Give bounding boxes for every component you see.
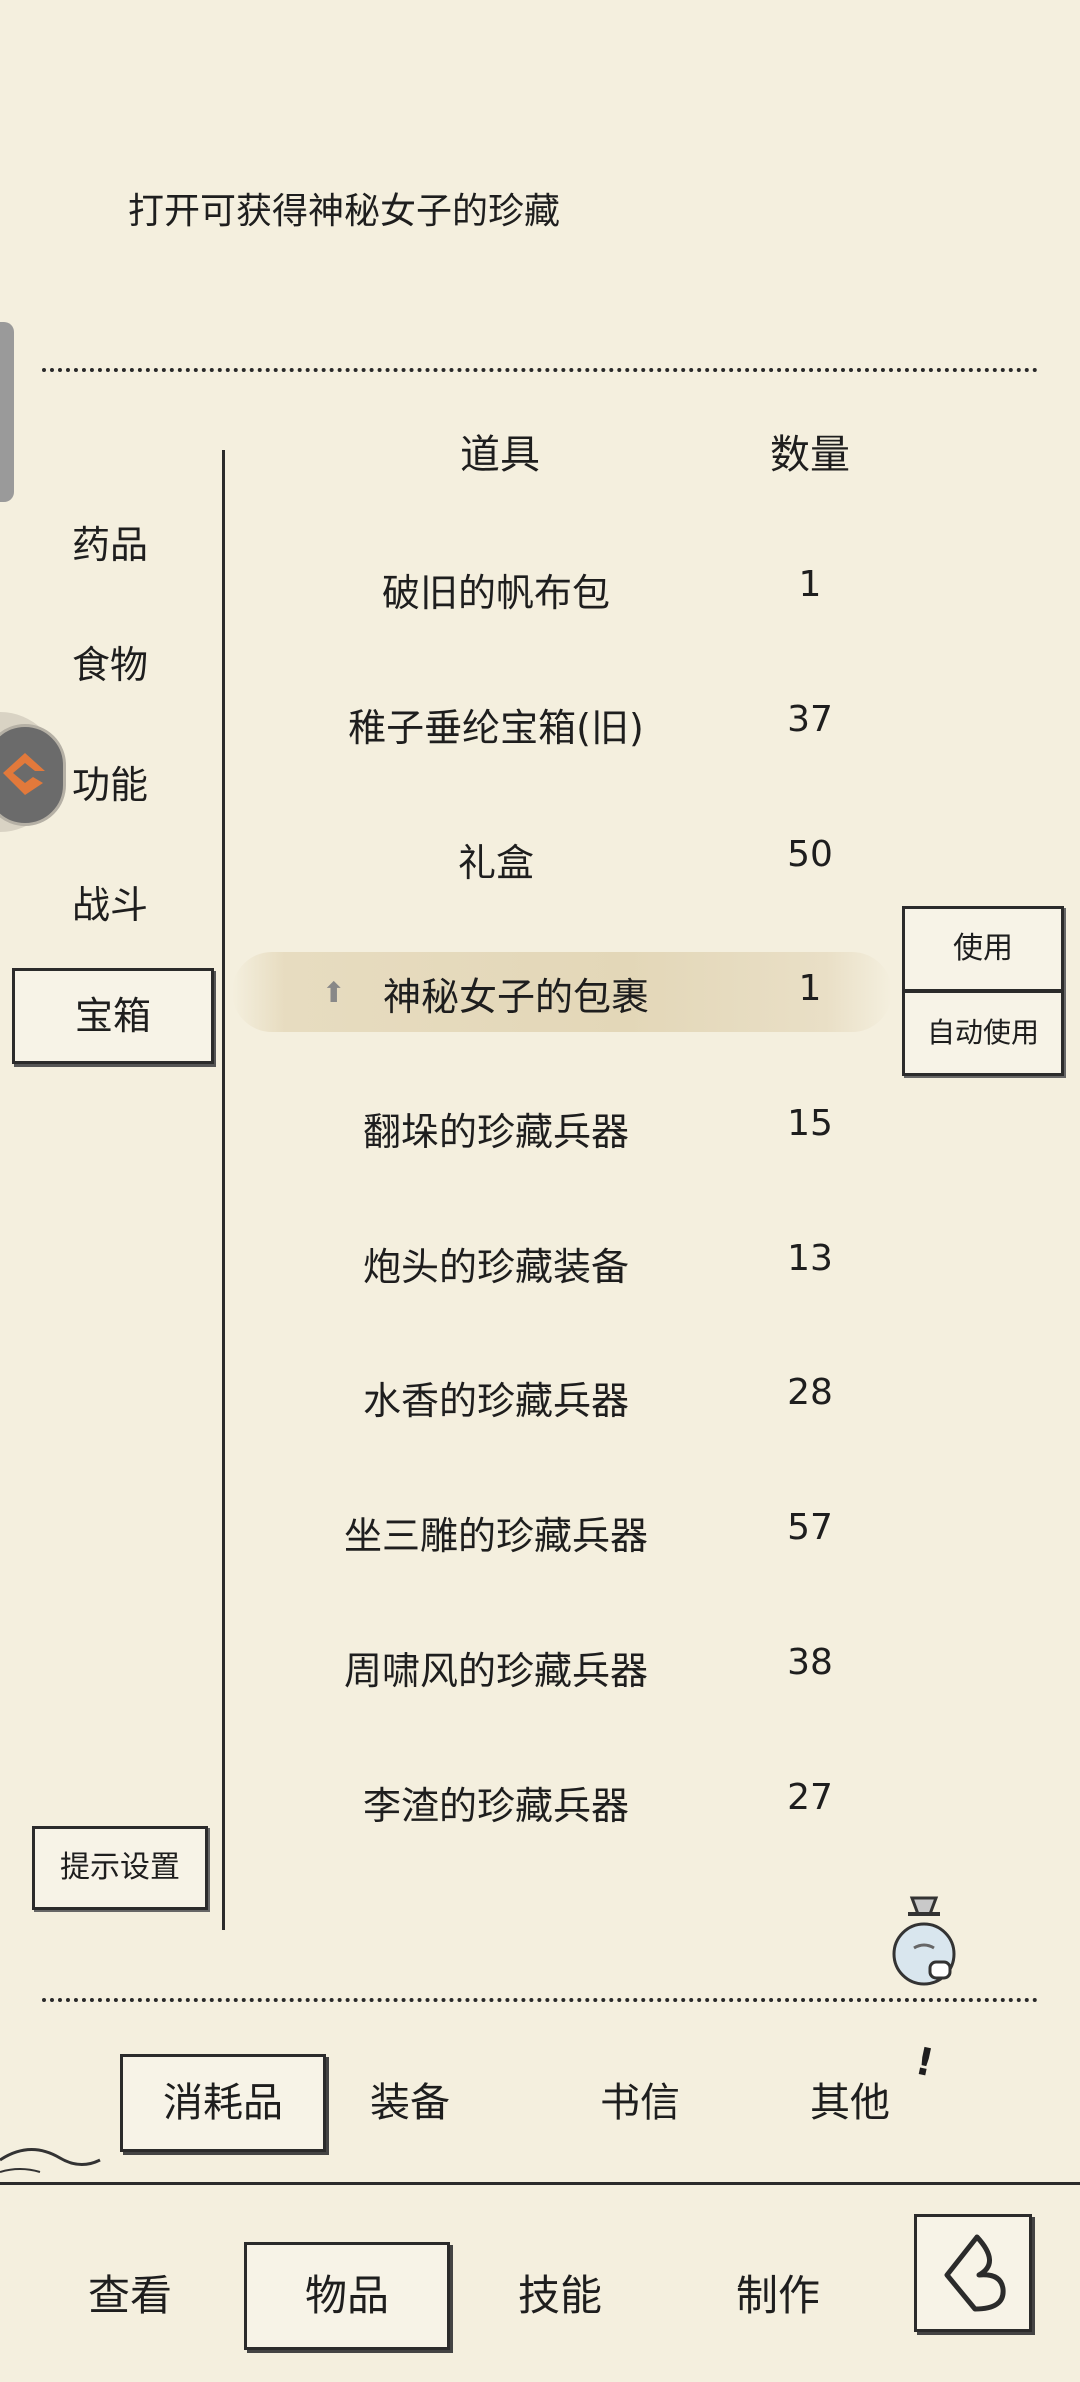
item-name[interactable]: 李渣的珍藏兵器 <box>232 1775 760 1830</box>
item-name[interactable]: 翻垛的珍藏兵器 <box>232 1101 760 1156</box>
nav-view[interactable]: 查看 <box>40 2262 220 2323</box>
nav-items[interactable]: 物品 <box>244 2242 450 2350</box>
category-medicine[interactable]: 药品 <box>12 514 208 569</box>
nav-skills[interactable]: 技能 <box>470 2262 650 2323</box>
bottom-nav-divider <box>0 2182 1080 2185</box>
category-function[interactable]: 功能 <box>12 754 208 809</box>
item-name[interactable]: 破旧的帆布包 <box>232 562 760 617</box>
money-bag-icon[interactable] <box>884 1892 964 1996</box>
header-item: 道具 <box>460 432 540 478</box>
header-quantity: 数量 <box>770 432 850 478</box>
back-button[interactable] <box>914 2214 1032 2332</box>
item-qty: 1 <box>798 968 822 1009</box>
nav-craft[interactable]: 制作 <box>688 2262 868 2323</box>
item-name[interactable]: 炮头的珍藏装备 <box>232 1236 760 1291</box>
item-name[interactable]: 稚子垂纶宝箱(旧) <box>232 697 760 752</box>
edge-handle[interactable] <box>0 322 14 502</box>
divider-bottom <box>42 1998 1038 2002</box>
auto-use-button[interactable]: 自动使用 <box>902 990 1064 1076</box>
item-qty: 50 <box>787 834 833 875</box>
item-qty: 15 <box>787 1103 833 1144</box>
item-qty: 27 <box>787 1777 833 1818</box>
swirl-decoration <box>0 2140 140 2184</box>
category-combat[interactable]: 战斗 <box>12 874 208 929</box>
item-name[interactable]: 礼盒 <box>232 832 760 887</box>
divider-top <box>42 368 1038 372</box>
tips-settings-button[interactable]: 提示设置 <box>32 1826 208 1910</box>
category-treasure-chest[interactable]: 宝箱 <box>12 968 214 1064</box>
item-qty: 1 <box>798 564 822 605</box>
item-name[interactable]: 水香的珍藏兵器 <box>232 1370 760 1425</box>
item-name-selected[interactable]: 神秘女子的包裹 <box>252 966 780 1021</box>
use-button[interactable]: 使用 <box>902 906 1064 992</box>
item-name[interactable]: 周啸风的珍藏兵器 <box>232 1640 760 1695</box>
tab-letters[interactable]: 书信 <box>540 2070 740 2128</box>
item-qty: 13 <box>787 1238 833 1279</box>
item-name[interactable]: 坐三雕的珍藏兵器 <box>232 1505 760 1560</box>
item-qty: 57 <box>787 1507 833 1548</box>
item-qty: 38 <box>787 1642 833 1683</box>
item-qty: 37 <box>787 699 833 740</box>
tab-equipment[interactable]: 装备 <box>310 2070 510 2128</box>
tab-consumables[interactable]: 消耗品 <box>120 2054 326 2152</box>
back-arrow-icon <box>944 2234 1006 2312</box>
item-qty: 28 <box>787 1372 833 1413</box>
category-food[interactable]: 食物 <box>12 634 208 689</box>
item-description: 打开可获得神秘女子的珍藏 <box>128 191 561 232</box>
sidebar-divider <box>222 450 225 1930</box>
